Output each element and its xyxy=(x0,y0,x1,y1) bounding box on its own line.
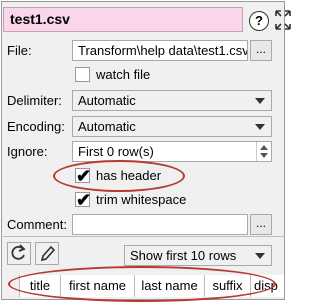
ignore-spinner[interactable] xyxy=(256,142,271,161)
expand-icon[interactable] xyxy=(274,9,292,31)
refresh-button[interactable] xyxy=(7,242,31,265)
watch-file-checkbox[interactable] xyxy=(75,67,90,82)
refresh-icon xyxy=(11,244,26,260)
encoding-label: Encoding: xyxy=(7,119,65,134)
show-rows-dropdown[interactable]: Show first 10 rows xyxy=(124,245,272,266)
delimiter-dropdown[interactable]: Automatic xyxy=(72,90,272,111)
pencil-icon xyxy=(40,245,56,262)
column-header[interactable]: last name xyxy=(135,275,205,297)
ignore-value: First 0 row(s) xyxy=(78,144,154,159)
help-icon[interactable]: ? xyxy=(249,11,269,31)
trim-whitespace-label: trim whitespace xyxy=(96,192,187,207)
spin-up-icon[interactable] xyxy=(260,145,268,150)
edit-button[interactable] xyxy=(35,242,59,265)
trim-whitespace-checkbox[interactable]: ✔ xyxy=(75,191,91,209)
dataset-title[interactable]: test1.csv xyxy=(3,7,243,32)
has-header-label: has header xyxy=(96,168,162,183)
encoding-value: Automatic xyxy=(78,119,136,134)
file-label: File: xyxy=(7,43,32,58)
chevron-down-icon xyxy=(255,98,265,104)
delimiter-label: Delimiter: xyxy=(7,93,62,108)
file-browse-button[interactable]: ... xyxy=(250,40,272,61)
chevron-down-icon xyxy=(255,124,265,130)
show-rows-value: Show first 10 rows xyxy=(130,248,237,263)
column-header[interactable]: suffix xyxy=(205,275,251,297)
has-header-checkbox[interactable]: ✔ xyxy=(75,167,91,185)
comment-browse-button[interactable]: ... xyxy=(250,214,272,235)
chevron-down-icon xyxy=(255,253,265,259)
ignore-label: Ignore: xyxy=(7,144,48,159)
watch-file-label: watch file xyxy=(96,67,151,82)
spin-down-icon[interactable] xyxy=(260,153,268,158)
comment-field[interactable] xyxy=(72,214,248,235)
ignore-rows-field[interactable]: First 0 row(s) xyxy=(72,141,272,162)
divider xyxy=(3,236,285,237)
delimiter-value: Automatic xyxy=(78,93,136,108)
file-path-field[interactable]: Transform\help data\test1.csv xyxy=(72,40,248,61)
comment-label: Comment: xyxy=(7,217,67,232)
column-header[interactable]: disp xyxy=(251,275,284,297)
column-header[interactable]: title xyxy=(19,275,61,297)
encoding-dropdown[interactable]: Automatic xyxy=(72,116,272,137)
column-header[interactable]: first name xyxy=(61,275,135,297)
